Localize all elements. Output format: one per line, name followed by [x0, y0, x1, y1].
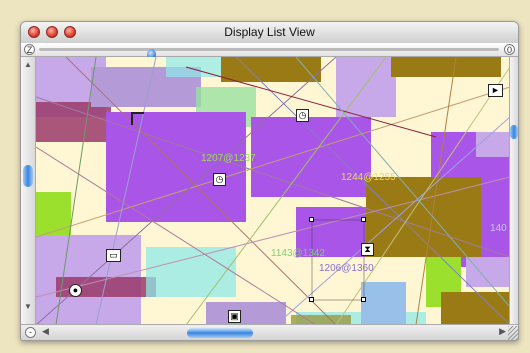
rect-shape	[391, 57, 501, 77]
vertical-scroll-thumb[interactable]	[510, 125, 518, 139]
corner-icon	[131, 112, 144, 125]
display-list-graphics	[36, 57, 510, 325]
zoom-min-label: Z	[24, 44, 35, 55]
rect-shape	[206, 302, 286, 325]
shape-label: 1244@1255	[341, 172, 396, 183]
horizontal-scroll-thumb[interactable]	[187, 328, 253, 338]
rect-shape	[476, 132, 510, 157]
rect-shape	[36, 102, 111, 142]
up-arrow-icon[interactable]: ▲	[24, 60, 32, 69]
selection-handle[interactable]	[309, 217, 314, 222]
arrow-right-icon: ►	[488, 84, 503, 97]
shape-label: 1207@1237	[201, 153, 256, 164]
selection-handle[interactable]	[361, 297, 366, 302]
selection-handle[interactable]	[309, 297, 314, 302]
horizontal-scrollbar[interactable]: - ◀ ▶	[21, 324, 518, 340]
rect-shape	[336, 57, 396, 117]
display-list-canvas[interactable]: ◷ ◷ ⧗ ▭ ● ▣ ◀ ► 1207@1237 1244@1255 1143…	[36, 57, 510, 325]
rect-shape	[221, 57, 321, 82]
zoom-slider-bar: Z 0	[21, 43, 518, 60]
left-arrow-icon[interactable]: ◀	[42, 326, 49, 337]
rect-shape	[361, 282, 406, 325]
clock-icon: ◷	[296, 109, 309, 122]
hourglass-icon: ⧗	[361, 243, 374, 256]
window-title: Display List View	[224, 25, 315, 39]
rect-shape	[466, 257, 510, 287]
shape-label: 140	[490, 223, 507, 234]
ruler-icon: ▭	[106, 249, 121, 262]
clock-icon: ◷	[213, 173, 226, 186]
rect-shape	[36, 192, 71, 237]
monitor-icon: ▣	[228, 310, 241, 323]
display-list-window: Display List View Z 0 ▲ ▼ ◷ ◷ ⧗ ▭ ● ▣ ► …	[20, 21, 519, 341]
vertical-slider-knob[interactable]	[23, 165, 33, 187]
zoom-max-label: 0	[504, 44, 515, 55]
selection-handle[interactable]	[361, 217, 366, 222]
title-bar[interactable]: Display List View	[21, 22, 518, 44]
zoom-slider-track[interactable]	[39, 48, 499, 60]
rect-shape	[441, 292, 510, 325]
rect-shape	[146, 247, 236, 297]
right-arrow-icon[interactable]: ▶	[499, 326, 506, 337]
vertical-slider[interactable]: ▲ ▼	[21, 57, 36, 325]
resize-grip-icon[interactable]	[508, 326, 518, 340]
vertical-scrollbar[interactable]	[509, 57, 518, 325]
globe-icon: ●	[69, 284, 82, 297]
down-arrow-icon[interactable]: ▼	[24, 302, 32, 311]
shape-label: 1206@1360	[319, 263, 374, 274]
shape-label: 1143@1342	[271, 248, 325, 259]
rect-shape	[106, 112, 246, 222]
scroll-minus-label: -	[25, 327, 36, 338]
